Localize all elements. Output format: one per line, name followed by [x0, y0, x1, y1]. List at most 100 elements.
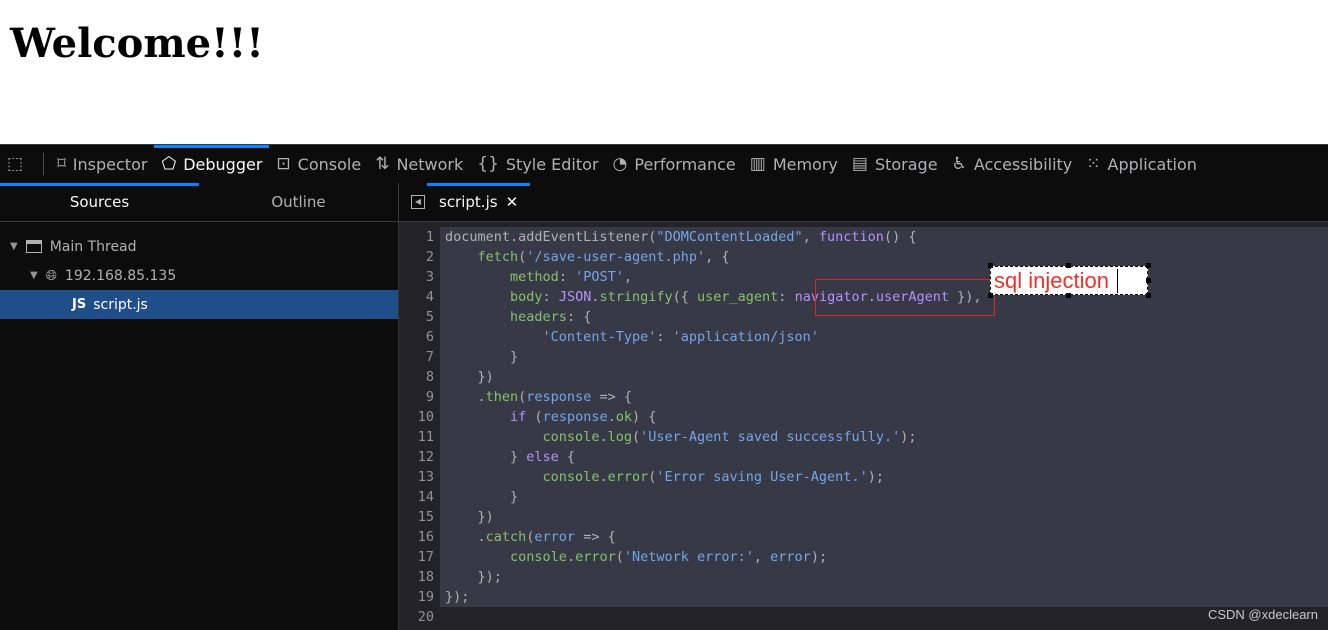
line-number[interactable]: 19 — [399, 589, 440, 605]
code-token: console — [542, 469, 600, 485]
code-line: 17 console.error('Network error:', error… — [399, 547, 1328, 567]
line-number[interactable]: 1 — [399, 229, 440, 245]
memory-icon: ▥ — [749, 154, 766, 174]
line-number[interactable]: 2 — [399, 249, 440, 265]
code-line: 9 .then(response => { — [399, 387, 1328, 407]
divider — [43, 153, 45, 175]
line-number[interactable]: 5 — [399, 309, 440, 325]
line-number[interactable]: 4 — [399, 289, 440, 305]
tool-debugger[interactable]: ⬠ Debugger — [154, 145, 270, 183]
code-token: }) — [445, 369, 494, 385]
code-token: 'User-Agent saved successfully.' — [640, 429, 901, 445]
code-line: 18 }); — [399, 567, 1328, 587]
code-line: 16 .catch(error => { — [399, 527, 1328, 547]
line-number[interactable]: 15 — [399, 509, 440, 525]
code-token: ); — [867, 469, 884, 485]
line-text: 'Content-Type': 'application/json' — [440, 327, 1328, 347]
code-token: else — [526, 449, 559, 465]
resize-handle — [1066, 293, 1071, 298]
line-number[interactable]: 8 — [399, 369, 440, 385]
page-heading: Welcome!!! — [10, 20, 264, 67]
code-token: 'Network error:' — [623, 549, 754, 565]
line-number[interactable]: 20 — [399, 609, 440, 625]
tool-inspector[interactable]: ⌑ Inspector — [50, 145, 154, 183]
js-file-icon: JS — [72, 297, 87, 312]
code-line: 14 } — [399, 487, 1328, 507]
code-token: catch — [485, 529, 527, 545]
code-token: . — [566, 549, 576, 565]
tool-accessibility[interactable]: ♿ Accessibility — [945, 145, 1080, 183]
code-token: }) — [445, 509, 494, 525]
performance-icon: ◔ — [612, 154, 628, 174]
tool-label: Storage — [874, 154, 938, 174]
tree-file-script[interactable]: JS script.js — [0, 290, 398, 319]
storage-icon: ▤ — [851, 154, 868, 174]
tool-application[interactable]: ⁙ Application — [1079, 145, 1204, 183]
tool-label: Style Editor — [505, 154, 599, 174]
code-token: : — [778, 289, 795, 305]
line-text: }) — [440, 507, 1328, 527]
devtools-toolbar: ⬚ ⌑ Inspector ⬠ Debugger ⊡ Console ⇅ Network {} S… — [0, 144, 1328, 184]
line-number[interactable]: 18 — [399, 569, 440, 585]
line-text: fetch('/save-user-agent.php', { — [440, 247, 1328, 267]
code-token: user_agent — [697, 289, 779, 305]
tab-script-js[interactable]: script.js ✕ — [427, 183, 531, 221]
code-line: 12 } else { — [399, 447, 1328, 467]
watermark: CSDN @xdeclearn — [1207, 607, 1318, 622]
network-icon: ⇅ — [375, 154, 390, 174]
tool-performance[interactable]: ◔ Performance — [606, 145, 743, 183]
tool-console[interactable]: ⊡ Console — [269, 145, 368, 183]
code-token: } — [445, 489, 519, 505]
style-editor-icon: {} — [477, 154, 499, 174]
line-number[interactable]: 12 — [399, 449, 440, 465]
tool-network[interactable]: ⇅ Network — [368, 145, 470, 183]
line-number[interactable]: 6 — [399, 329, 440, 345]
line-number[interactable]: 9 — [399, 389, 440, 405]
line-number[interactable]: 14 — [399, 489, 440, 505]
line-number[interactable]: 17 — [399, 549, 440, 565]
tab-outline[interactable]: Outline — [199, 183, 398, 221]
code-token: . — [445, 389, 486, 405]
resize-handle — [988, 263, 993, 268]
code-token: then — [485, 389, 519, 405]
tool-style-editor[interactable]: {} Style Editor — [470, 145, 605, 183]
tree-main-thread[interactable]: ▼ Main Thread — [0, 232, 398, 261]
code-token: if — [510, 409, 527, 425]
code-token: fetch — [477, 249, 519, 265]
sources-pane: Sources Outline ▼ Main Thread ▼ 🌐︎ 192.168.… — [0, 183, 399, 630]
resize-handle — [1066, 263, 1071, 268]
code-token: error — [534, 529, 576, 545]
code-token: , — [753, 549, 771, 565]
code-token: } — [445, 449, 527, 465]
close-icon[interactable]: ✕ — [506, 193, 519, 211]
tool-storage[interactable]: ▤ Storage — [845, 145, 945, 183]
code-token: ( — [526, 409, 543, 425]
code-token: ); — [900, 429, 917, 445]
code-token: : — [558, 269, 576, 285]
toggle-sidebar-icon[interactable]: ◀ — [411, 195, 425, 209]
line-number[interactable]: 3 — [399, 269, 440, 285]
line-number[interactable]: 13 — [399, 469, 440, 485]
line-text: }); — [440, 587, 1328, 607]
code-line: 6 'Content-Type': 'application/json' — [399, 327, 1328, 347]
tree-host[interactable]: ▼ 🌐︎ 192.168.85.135 — [0, 261, 398, 290]
line-text — [440, 607, 1328, 627]
code-token: ) { — [632, 409, 657, 425]
code-line: 10 if (response.ok) { — [399, 407, 1328, 427]
code-token: , — [802, 229, 819, 245]
line-number[interactable]: 10 — [399, 409, 440, 425]
line-number[interactable]: 16 — [399, 529, 440, 545]
accessibility-icon: ♿ — [951, 154, 967, 174]
tab-sources[interactable]: Sources — [0, 183, 199, 221]
application-icon: ⁙ — [1086, 154, 1101, 174]
line-number[interactable]: 11 — [399, 429, 440, 445]
tool-memory[interactable]: ▥ Memory — [743, 145, 845, 183]
code-token: 'application/json' — [672, 329, 819, 345]
code-token: () { — [883, 229, 917, 245]
line-number[interactable]: 7 — [399, 349, 440, 365]
element-picker-button[interactable]: ⬚ — [0, 145, 37, 183]
code-token: : — [542, 289, 559, 305]
